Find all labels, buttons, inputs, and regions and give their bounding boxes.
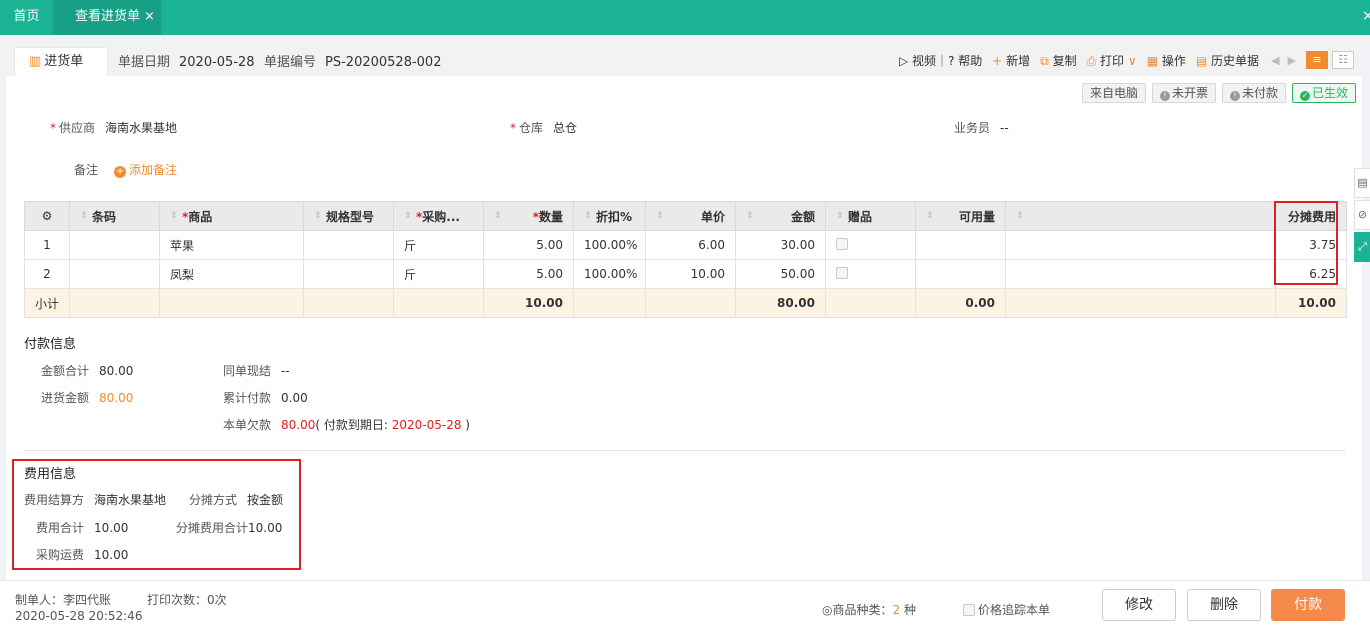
source-badge: 来自电脑: [1081, 83, 1146, 103]
document-card: ▥ 进货单 单据日期 2020-05-28 单据编号 PS-20200528-002 …: [6, 43, 1362, 583]
side-toolbar: ▤ ⊘ ⤢: [1354, 168, 1370, 264]
status-badges: 来自电脑 ! 未开票 ! 未付款 ✓ 已生效: [1076, 83, 1356, 103]
add-note-button[interactable]: + 添加备注: [114, 163, 177, 178]
table-header-row: ⚙ ⇕ 条码 ⇕ *商品 ⇕ 规格型号 ⇕ *采购... ⇕ *数量 ⇕ 折扣% ⇕ 单价 ⇕…: [24, 201, 1347, 231]
maker-info: 制单人：李四代账: [15, 593, 112, 607]
cash-settle: 同单现结 --: [223, 364, 290, 378]
total-amount: 金额合计 80.00: [41, 364, 134, 378]
checkbox-icon: [963, 604, 975, 616]
copy-button[interactable]: ⧉ 复制: [1040, 52, 1076, 69]
col-qty[interactable]: ⇕ *数量: [483, 201, 574, 231]
help-button[interactable]: ? 帮助: [948, 52, 982, 69]
close-all-icon[interactable]: ×: [1362, 8, 1370, 24]
col-product[interactable]: ⇕ *商品: [159, 201, 304, 231]
timestamp: 2020-05-28 20:52:46: [15, 609, 143, 623]
divider: [24, 450, 1346, 451]
document-header: ▥ 进货单 单据日期 2020-05-28 单据编号 PS-20200528-002 …: [6, 43, 1362, 76]
col-blank: ⇕: [1005, 201, 1276, 231]
printer-icon: ⎙: [1086, 53, 1097, 68]
table-row[interactable]: 1 苹果 斤 5.00 100.00% 6.00 30.00 3.75: [24, 230, 1347, 260]
detail-view-icon[interactable]: ☷: [1332, 51, 1354, 69]
salesman-value: --: [1000, 121, 1009, 135]
product-table: ⚙ ⇕ 条码 ⇕ *商品 ⇕ 规格型号 ⇕ *采购... ⇕ *数量 ⇕ 折扣% ⇕ 单价 ⇕…: [24, 201, 1347, 318]
warehouse-field: * 仓库 总仓: [510, 121, 578, 135]
subtotal-row: 小计 10.00 80.00 0.00 10.00: [24, 288, 1347, 318]
new-button[interactable]: + 新增: [992, 52, 1030, 69]
next-icon[interactable]: ▶: [1288, 54, 1296, 67]
video-button[interactable]: ▷ 视频: [899, 52, 936, 69]
col-discount[interactable]: ⇕ 折扣%: [573, 201, 646, 231]
supplier-field: * 供应商 海南水果基地: [50, 121, 178, 135]
paid-total: 累计付款 0.00: [223, 391, 308, 405]
help-icon: ?: [948, 53, 955, 68]
cube-icon: ◎: [822, 603, 833, 617]
col-unit[interactable]: ⇕ *采购...: [393, 201, 484, 231]
divider: |: [940, 53, 945, 67]
gear-icon[interactable]: ⚙: [42, 209, 53, 223]
col-spec[interactable]: ⇕ 规格型号: [303, 201, 394, 231]
doc-type-tab[interactable]: ▥ 进货单: [14, 47, 108, 76]
col-price[interactable]: ⇕ 单价: [645, 201, 736, 231]
product-kinds: ◎商品种类：2 种: [822, 603, 916, 617]
col-barcode[interactable]: ⇕ 条码: [69, 201, 160, 231]
alloc-highlight: [1274, 201, 1338, 285]
table-row[interactable]: 2 凤梨 斤 5.00 100.00% 10.00 50.00 6.25: [24, 259, 1347, 289]
top-tab-bar: 首页 查看进货单 × ×: [0, 0, 1370, 35]
salesman-field: 业务员 --: [954, 121, 1009, 135]
price-track-checkbox[interactable]: 价格追踪本单: [963, 601, 1050, 618]
print-button[interactable]: ⎙ 打印 ∨: [1087, 52, 1137, 69]
check-icon: ✓: [1299, 91, 1310, 101]
expand-icon[interactable]: ⤢: [1354, 232, 1370, 262]
supplier-value: 海南水果基地: [105, 121, 178, 135]
info-icon: !: [1229, 91, 1240, 101]
plus-icon: +: [992, 53, 1003, 68]
col-available[interactable]: ⇕ 可用量: [915, 201, 1006, 231]
effective-badge: ✓ 已生效: [1291, 83, 1356, 103]
delete-button[interactable]: 删除: [1187, 589, 1261, 621]
tab-view-purchase[interactable]: 查看进货单 ×: [53, 0, 161, 35]
tab-label: 查看进货单: [75, 9, 141, 24]
print-count: 打印次数：0次: [147, 593, 227, 607]
history-button[interactable]: ▤ 历史单据: [1196, 52, 1259, 69]
list-view-icon[interactable]: ≡: [1306, 51, 1328, 69]
copy-icon: ⧉: [1040, 53, 1049, 68]
tab-home[interactable]: 首页: [0, 0, 53, 35]
doc-date: 单据日期 2020-05-28: [118, 55, 255, 70]
chart-icon: ▥: [29, 54, 42, 69]
gift-checkbox[interactable]: [836, 237, 848, 250]
invoice-badge: ! 未开票: [1151, 83, 1216, 103]
col-gift[interactable]: ⇕ 赠品: [825, 201, 916, 231]
info-icon: !: [1159, 91, 1170, 101]
attachment-icon[interactable]: ⊘: [1354, 200, 1370, 230]
fees-highlight: [12, 459, 301, 570]
document-icon: ▤: [1195, 53, 1208, 68]
edit-button[interactable]: 修改: [1102, 589, 1176, 621]
gift-checkbox[interactable]: [836, 266, 848, 279]
pay-button[interactable]: 付款: [1271, 589, 1345, 621]
notes-icon[interactable]: ▤: [1354, 168, 1370, 198]
footer-bar: 制单人：李四代账 打印次数：0次 2020-05-28 20:52:46 ◎商品…: [0, 580, 1370, 628]
close-icon[interactable]: ×: [144, 9, 155, 24]
toolbar: ▷ 视频 | ? 帮助 + 新增 ⧉ 复制 ⎙ 打印 ∨ ▦ 操作 ▤ 历史单据…: [889, 50, 1354, 70]
payment-title: 付款信息: [24, 337, 77, 352]
doc-number: 单据编号 PS-20200528-002: [264, 55, 442, 70]
purchase-amount: 进货金额 80.00: [41, 391, 134, 405]
warehouse-value: 总仓: [553, 121, 578, 135]
chevron-down-icon: ∨: [1127, 53, 1137, 68]
play-icon: ▷: [898, 53, 909, 68]
col-amount[interactable]: ⇕ 金额: [735, 201, 826, 231]
column-settings[interactable]: ⚙: [24, 201, 70, 231]
prev-icon[interactable]: ◀: [1271, 54, 1279, 67]
plus-icon: +: [114, 166, 127, 178]
operate-button[interactable]: ▦ 操作: [1147, 52, 1186, 69]
note-field: 备注 + 添加备注: [74, 163, 178, 178]
grid-icon: ▦: [1146, 53, 1159, 68]
payment-badge: ! 未付款: [1221, 83, 1286, 103]
amount-owed: 本单欠款 80.00( 付款到期日: 2020-05-28 ): [223, 418, 470, 432]
